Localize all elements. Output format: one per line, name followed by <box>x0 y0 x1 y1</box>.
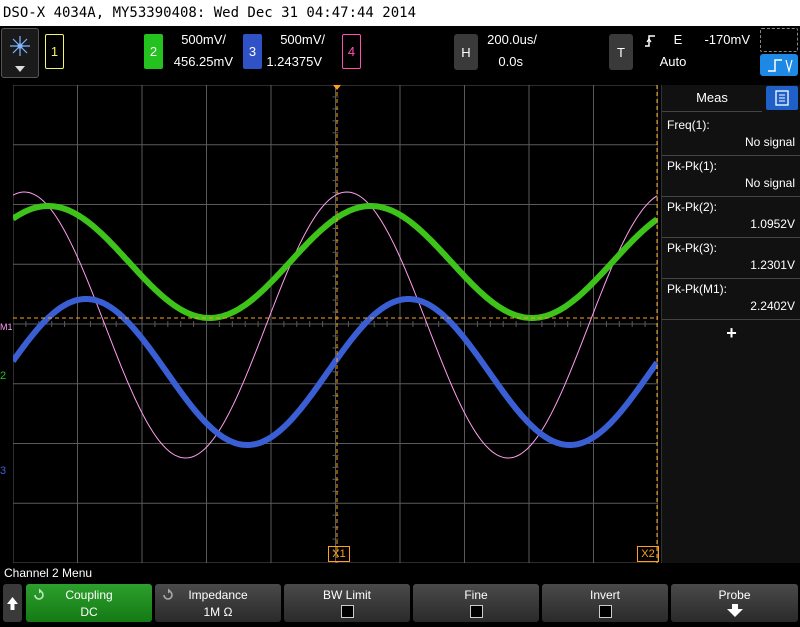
menu-back-button[interactable] <box>3 584 22 622</box>
meas-label: Freq(1): <box>667 118 710 132</box>
meas-row-freq-1[interactable]: Freq(1): No signal <box>662 115 800 156</box>
channel-2-marker-label: 2 <box>0 370 7 382</box>
channel-3-ground-marker[interactable]: 3 <box>0 465 6 477</box>
meas-row-pkpk-1[interactable]: Pk-Pk(1): No signal <box>662 156 800 197</box>
horizontal-button[interactable]: H <box>454 34 478 70</box>
meas-row-pkpk-m1[interactable]: Pk-Pk(M1): 2.2402V <box>662 279 800 320</box>
edge-select-icon <box>760 54 798 76</box>
channel-2-offset: 456.25mV <box>173 54 233 69</box>
channel-bar: 1 2 500mV/ 456.25mV 3 500mV/ 1.24375V 4 … <box>0 26 800 82</box>
coupling-value: DC <box>80 605 98 619</box>
menu-title: Channel 2 Menu <box>0 564 800 582</box>
meas-label: Pk-Pk(1): <box>667 159 718 173</box>
invert-checkbox[interactable] <box>542 605 668 621</box>
channel-1-button[interactable]: 1 <box>45 34 64 69</box>
channel-3-button[interactable]: 3 <box>243 34 262 69</box>
channel-3-scale: 500mV/ <box>280 32 325 47</box>
bw-limit-label: BW Limit <box>323 588 371 602</box>
chevron-down-icon <box>15 66 25 72</box>
meas-label: Pk-Pk(M1): <box>667 282 727 296</box>
horizontal-delay: 0.0s <box>498 54 523 69</box>
channel-2-ground-marker[interactable]: 2 <box>0 370 6 382</box>
meas-tab[interactable]: Meas <box>662 85 762 112</box>
meas-row-pkpk-2[interactable]: Pk-Pk(2): 1.0952V <box>662 197 800 238</box>
trigger-source: E <box>673 32 683 47</box>
list-icon <box>775 90 789 106</box>
meas-list-button[interactable] <box>766 86 798 110</box>
m1-ground-marker[interactable]: M1 <box>0 322 13 332</box>
trigger-mode: Auto <box>659 54 687 69</box>
meas-label: Pk-Pk(3): <box>667 241 718 255</box>
waveform-display[interactable] <box>13 85 658 563</box>
trigger-button[interactable]: T <box>609 34 633 70</box>
channel-4-button[interactable]: 4 <box>342 34 361 69</box>
probe-label: Probe <box>718 588 751 602</box>
rotate-knob-icon <box>163 588 173 600</box>
impedance-softkey[interactable]: Impedance 1M Ω <box>155 584 281 622</box>
title-bar: DSO-X 4034A, MY53390408: Wed Dec 31 04:4… <box>0 0 800 26</box>
arrow-down-icon <box>727 604 743 617</box>
channel-3-offset: 1.24375V <box>266 54 322 69</box>
rotate-knob-icon <box>34 588 44 600</box>
meas-value: No signal <box>744 176 795 190</box>
meas-row-pkpk-3[interactable]: Pk-Pk(3): 1.2301V <box>662 238 800 279</box>
probe-softkey[interactable]: Probe <box>671 584 798 622</box>
channel-2-button[interactable]: 2 <box>144 34 163 69</box>
fine-checkbox[interactable] <box>413 605 539 621</box>
keysight-logo-icon <box>10 36 30 72</box>
fine-label: Fine <box>464 588 488 602</box>
invert-softkey[interactable]: Invert <box>542 584 668 622</box>
cursor-x1-label[interactable]: X1 <box>328 546 350 562</box>
impedance-value: 1M Ω <box>203 605 233 619</box>
rising-edge-icon <box>645 35 655 47</box>
trigger-edge-toggle[interactable] <box>760 28 798 78</box>
app-menu-button[interactable] <box>1 28 39 78</box>
invert-label: Invert <box>589 588 620 602</box>
bw-limit-softkey[interactable]: BW Limit <box>284 584 410 622</box>
meas-value: 1.0952V <box>750 217 795 231</box>
bw-limit-checkbox[interactable] <box>284 605 410 621</box>
m1-marker-label: M1 <box>0 322 13 332</box>
time-per-div: 200.0us/ <box>487 32 537 47</box>
softkey-bar: Coupling DC Impedance 1M Ω BW Limit Fine… <box>0 582 800 623</box>
channel-3-marker-label: 3 <box>0 465 7 477</box>
trigger-level: -170mV <box>704 32 750 47</box>
coupling-softkey[interactable]: Coupling DC <box>26 584 152 622</box>
meas-label: Pk-Pk(2): <box>667 200 718 214</box>
meas-value: No signal <box>744 135 795 149</box>
meas-value: 2.2402V <box>750 299 795 313</box>
arrow-up-icon <box>7 597 18 610</box>
meas-value: 1.2301V <box>750 258 795 272</box>
add-measurement-button[interactable]: + <box>662 323 800 347</box>
fine-softkey[interactable]: Fine <box>413 584 539 622</box>
channel-2-scale: 500mV/ <box>181 32 226 47</box>
measurements-panel: Meas Freq(1): No signal Pk-Pk(1): No sig… <box>661 85 800 563</box>
cursor-x2-label[interactable]: X2 <box>637 546 659 562</box>
